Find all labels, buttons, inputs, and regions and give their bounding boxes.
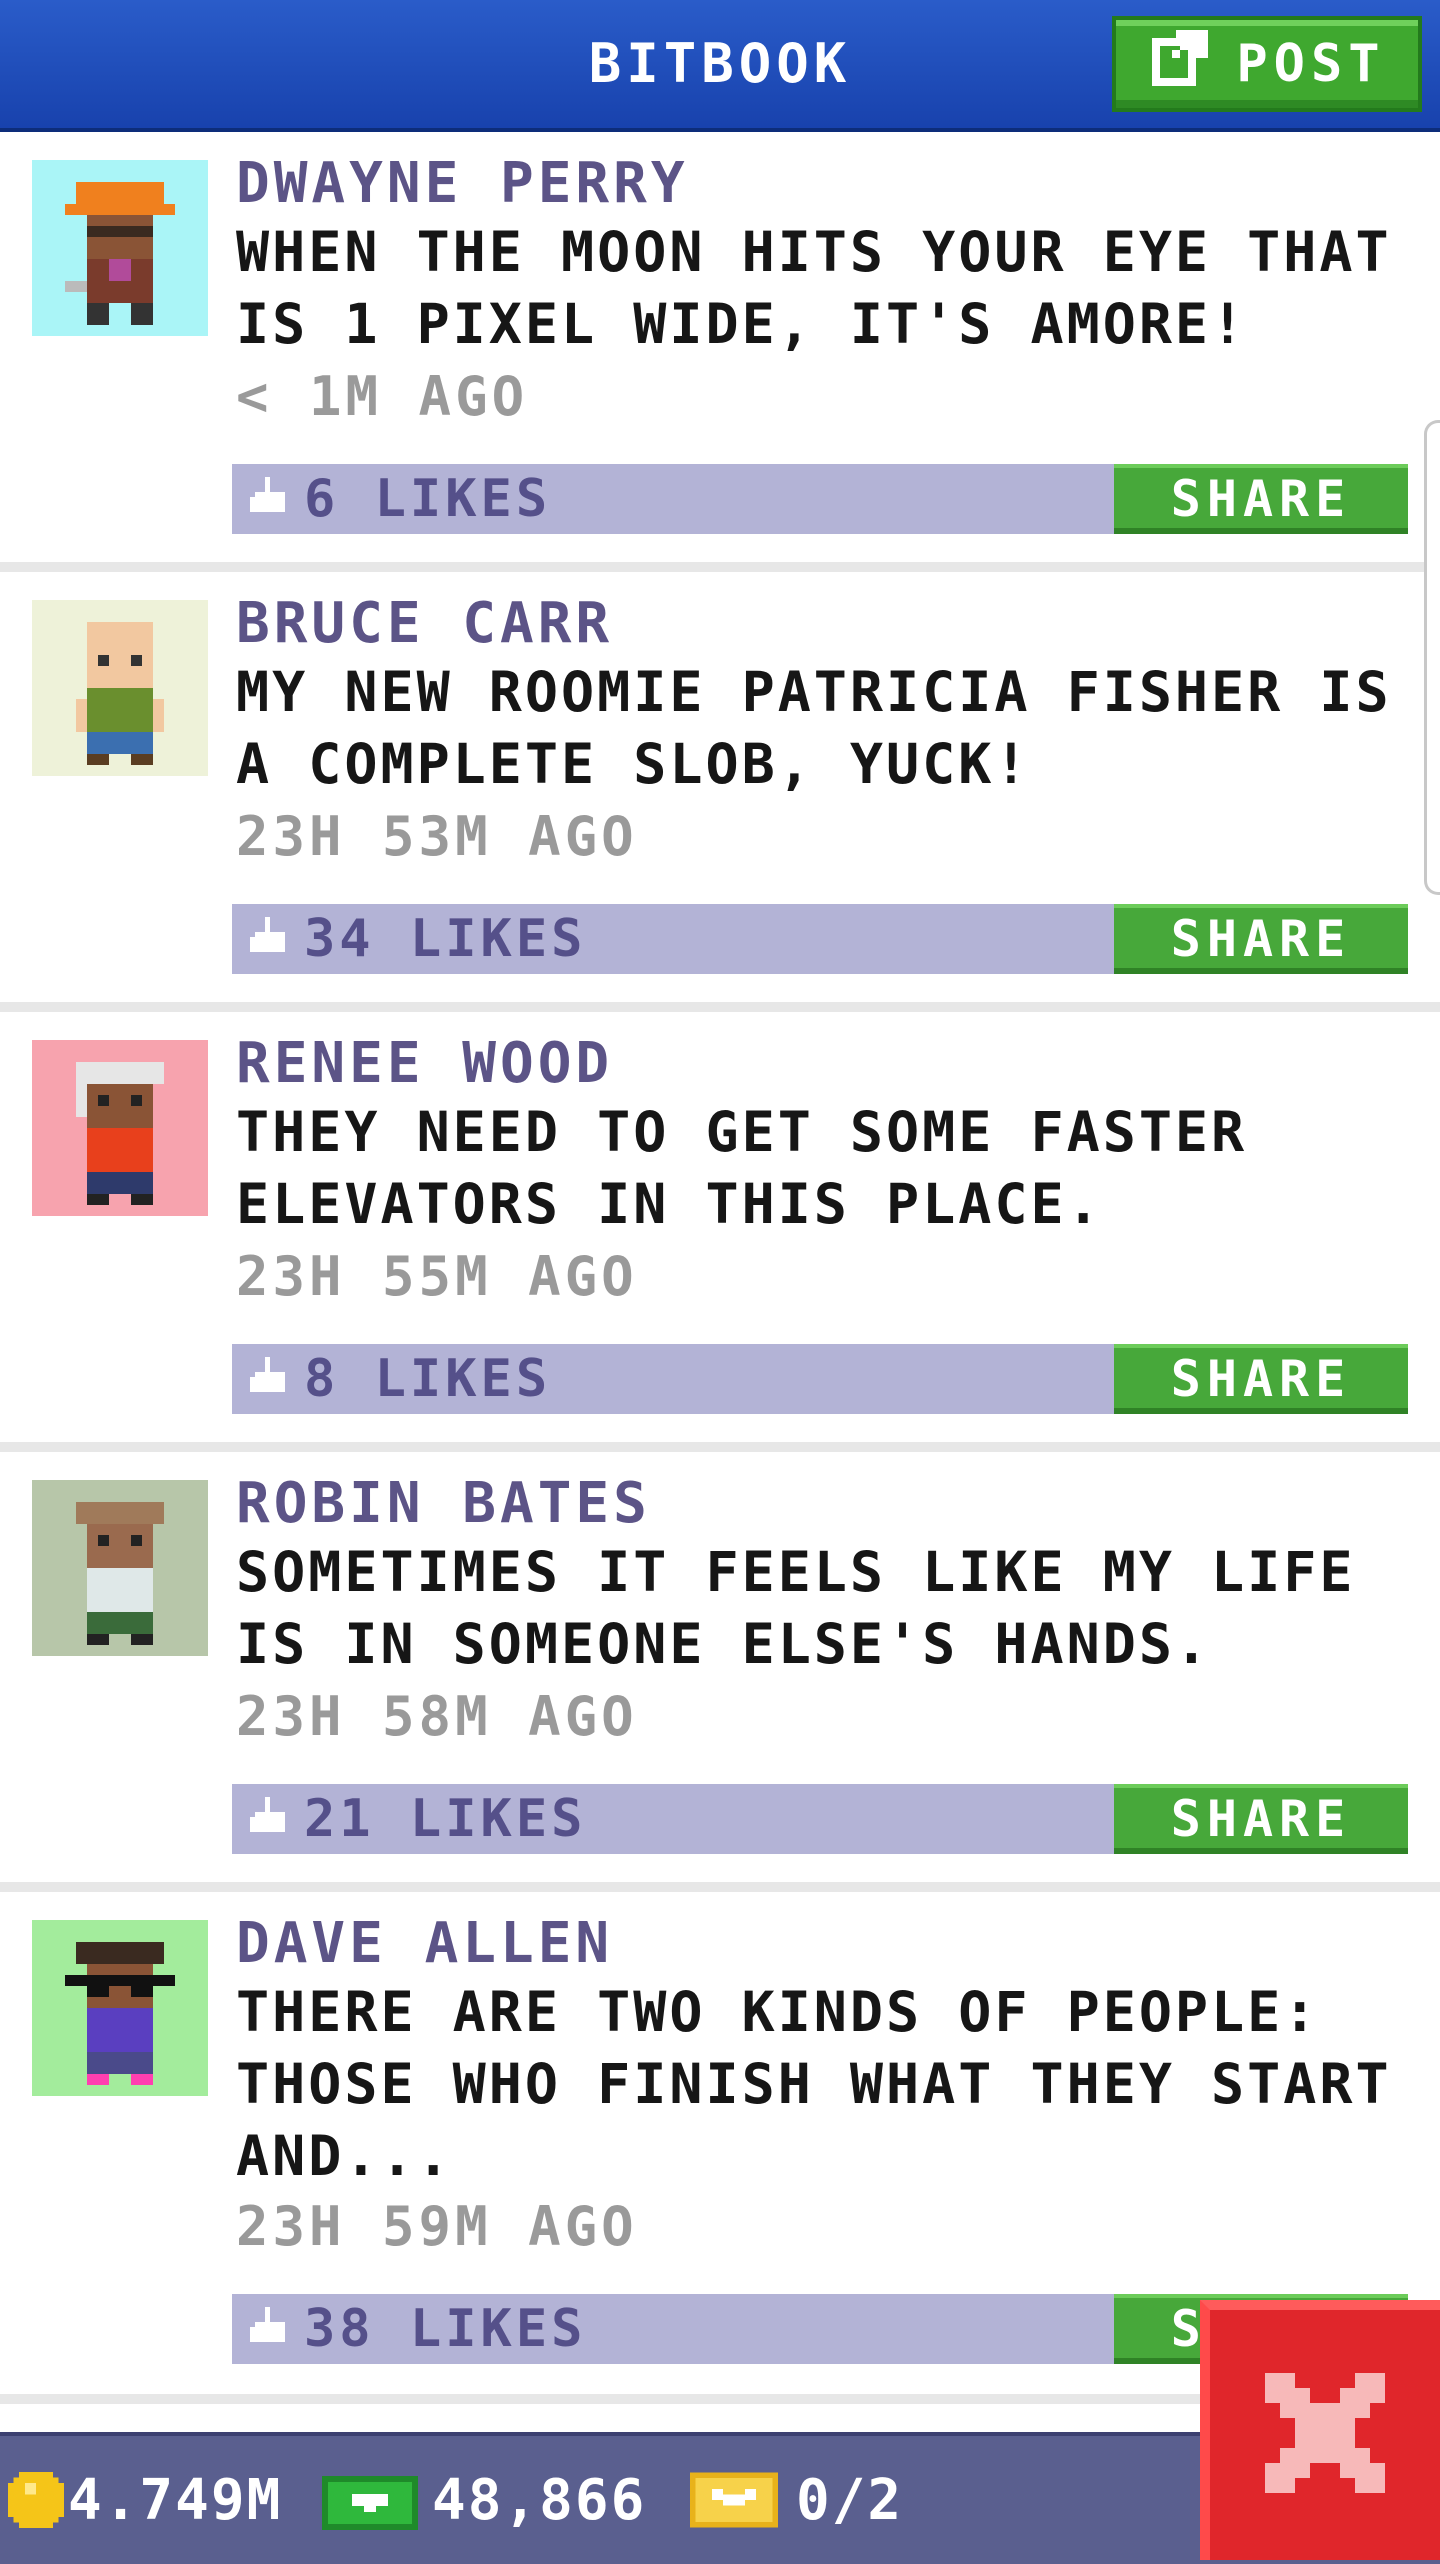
share-button[interactable]: SHARE (1114, 1784, 1408, 1854)
compose-icon (1148, 26, 1212, 103)
avatar[interactable] (32, 1920, 208, 2096)
post-author[interactable]: ROBIN BATES (236, 1466, 651, 1542)
avatar[interactable] (32, 1040, 208, 1216)
thumbs-up-icon (232, 1357, 290, 1401)
avatar[interactable] (32, 1480, 208, 1656)
top-bar: BITBOOK POST (0, 0, 1440, 132)
post-item: RENEE WOOD THEY NEED TO GET SOME FASTER … (0, 1012, 1440, 1452)
thumbs-up-icon (232, 1797, 290, 1841)
post-item: DWAYNE PERRY WHEN THE MOON HITS YOUR EYE… (0, 132, 1440, 572)
share-button[interactable]: SHARE (1114, 1344, 1408, 1414)
like-bar: 21 LIKES SHARE (232, 1784, 1408, 1854)
post-time: 23H 55M AGO (236, 1245, 638, 1308)
scroll-handle[interactable] (1424, 420, 1440, 895)
likes-count: 8 LIKES (304, 1349, 552, 1409)
likes-count: 34 LIKES (304, 909, 587, 969)
post-feed: DWAYNE PERRY WHEN THE MOON HITS YOUR EYE… (0, 132, 1440, 2404)
post-message: THERE ARE TWO KINDS OF PEOPLE: THOSE WHO… (236, 1980, 1392, 2188)
post-author[interactable]: RENEE WOOD (236, 1026, 613, 1102)
post-item: BRUCE CARR MY NEW ROOMIE PATRICIA FISHER… (0, 572, 1440, 1012)
tickets-value: 0/2 (796, 2467, 904, 2533)
likes-count: 21 LIKES (304, 1789, 587, 1849)
post-time: < 1M AGO (236, 365, 529, 428)
coins-value: 4.749M (68, 2467, 283, 2533)
close-icon (1250, 2358, 1400, 2512)
like-button[interactable]: 21 LIKES (232, 1784, 1112, 1854)
post-message: MY NEW ROOMIE PATRICIA FISHER IS A COMPL… (236, 660, 1392, 796)
like-button[interactable]: 8 LIKES (232, 1344, 1112, 1414)
post-time: 23H 59M AGO (236, 2195, 638, 2258)
thumbs-up-icon (232, 477, 290, 521)
post-message: THEY NEED TO GET SOME FASTER ELEVATORS I… (236, 1100, 1248, 1236)
close-button[interactable] (1200, 2300, 1440, 2560)
like-bar: 34 LIKES SHARE (232, 904, 1408, 974)
coin-icon (8, 2472, 64, 2528)
avatar[interactable] (32, 160, 208, 336)
post-button[interactable]: POST (1112, 16, 1422, 112)
thumbs-up-icon (232, 2307, 290, 2351)
ticket-icon (690, 2472, 778, 2528)
bux-stat[interactable]: 48,866 (322, 2436, 646, 2564)
thumbs-up-icon (232, 917, 290, 961)
post-button-label: POST (1236, 34, 1386, 94)
bux-value: 48,866 (432, 2467, 647, 2533)
post-author[interactable]: BRUCE CARR (236, 586, 613, 662)
post-author[interactable]: DAVE ALLEN (236, 1906, 613, 1982)
post-message: SOMETIMES IT FEELS LIKE MY LIFE IS IN SO… (236, 1540, 1356, 1676)
like-button[interactable]: 34 LIKES (232, 904, 1112, 974)
coins-stat[interactable]: 4.749M (8, 2436, 282, 2564)
post-item: ROBIN BATES SOMETIMES IT FEELS LIKE MY L… (0, 1452, 1440, 1892)
bux-icon (322, 2470, 418, 2530)
share-button[interactable]: SHARE (1114, 464, 1408, 534)
likes-count: 38 LIKES (304, 2299, 587, 2359)
tickets-stat[interactable]: 0/2 (690, 2436, 903, 2564)
like-button[interactable]: 6 LIKES (232, 464, 1112, 534)
post-time: 23H 53M AGO (236, 805, 638, 868)
post-author[interactable]: DWAYNE PERRY (236, 146, 689, 222)
post-time: 23H 58M AGO (236, 1685, 638, 1748)
post-message: WHEN THE MOON HITS YOUR EYE THAT IS 1 PI… (236, 220, 1392, 356)
avatar[interactable] (32, 600, 208, 776)
like-bar: 8 LIKES SHARE (232, 1344, 1408, 1414)
like-button[interactable]: 38 LIKES (232, 2294, 1112, 2364)
like-bar: 6 LIKES SHARE (232, 464, 1408, 534)
likes-count: 6 LIKES (304, 469, 552, 529)
share-button[interactable]: SHARE (1114, 904, 1408, 974)
